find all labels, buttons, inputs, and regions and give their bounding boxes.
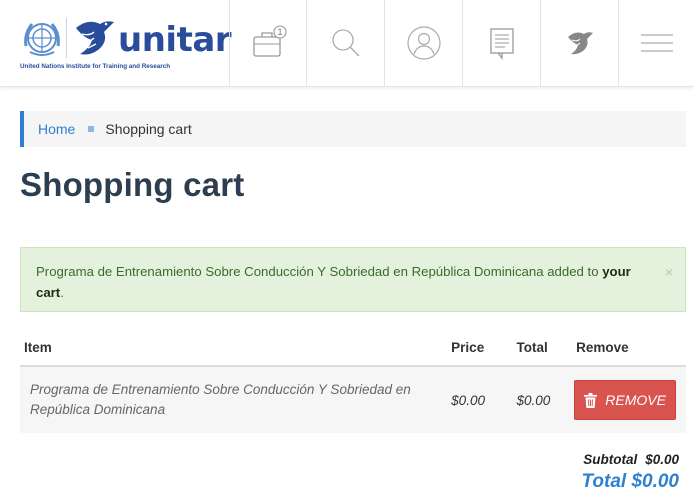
menu-icon [640, 34, 673, 52]
breadcrumb-separator [88, 126, 95, 132]
breadcrumb-current: Shopping cart [105, 121, 192, 137]
table-header-row: Item Price Total Remove [20, 330, 686, 367]
total-value: $0.00 [631, 471, 679, 492]
un-emblem-icon [24, 23, 60, 56]
remove-button-label: REMOVE [605, 392, 666, 408]
header-item: Item [20, 330, 446, 367]
header-remove: Remove [568, 330, 686, 367]
alert-suffix: . [60, 285, 64, 300]
alert-message: Programa de Entrenamiento Sobre Conducci… [36, 264, 603, 279]
cart-item-name: Programa de Entrenamiento Sobre Conducci… [20, 366, 446, 433]
cart-item-total: $0.00 [510, 366, 569, 433]
success-alert: Programa de Entrenamiento Sobre Conducci… [20, 247, 686, 312]
cart-item-price: $0.00 [445, 366, 511, 433]
page-title: Shopping cart [20, 166, 245, 203]
unitar-bird-icon [76, 21, 114, 55]
nav-menu-button[interactable] [618, 0, 693, 86]
user-icon [406, 26, 441, 60]
logo-wordmark: unitar [118, 20, 232, 60]
breadcrumb: Home Shopping cart [20, 111, 686, 147]
grand-total: Total $0.00 [581, 471, 679, 493]
header-total: Total [510, 330, 569, 367]
subtotal-label: Subtotal [583, 452, 638, 467]
cart-table: Item Price Total Remove Programa de Entr… [20, 330, 686, 433]
trash-icon [584, 392, 598, 408]
nav-cart-button[interactable]: 1 [229, 0, 307, 86]
cart-item-remove-cell: REMOVE [568, 366, 686, 433]
briefcase-icon: 1 [252, 25, 287, 57]
nav-bird-button[interactable] [540, 0, 618, 86]
header-price: Price [445, 330, 511, 367]
nav-search-button[interactable] [306, 0, 384, 86]
remove-button[interactable]: REMOVE [574, 380, 677, 420]
total-label: Total [581, 471, 627, 492]
subtotal: Subtotal $0.00 [583, 452, 679, 467]
nav-messages-button[interactable] [462, 0, 540, 86]
nav-account-button[interactable] [384, 0, 462, 86]
subtotal-value: $0.00 [645, 452, 679, 467]
cart-count-badge: 1 [277, 27, 282, 37]
search-icon [331, 29, 359, 57]
breadcrumb-home-link[interactable]: Home [38, 121, 75, 137]
site-header: unitar United Nations Institute for Trai… [0, 0, 693, 87]
message-icon [489, 28, 514, 60]
table-row: Programa de Entrenamiento Sobre Conducci… [20, 366, 686, 433]
logo-tagline: United Nations Institute for Training an… [20, 63, 171, 70]
logo-divider [66, 18, 67, 58]
unitar-logo[interactable]: unitar United Nations Institute for Trai… [20, 14, 232, 74]
bird-icon [567, 32, 593, 55]
alert-close-icon[interactable]: × [665, 262, 673, 283]
